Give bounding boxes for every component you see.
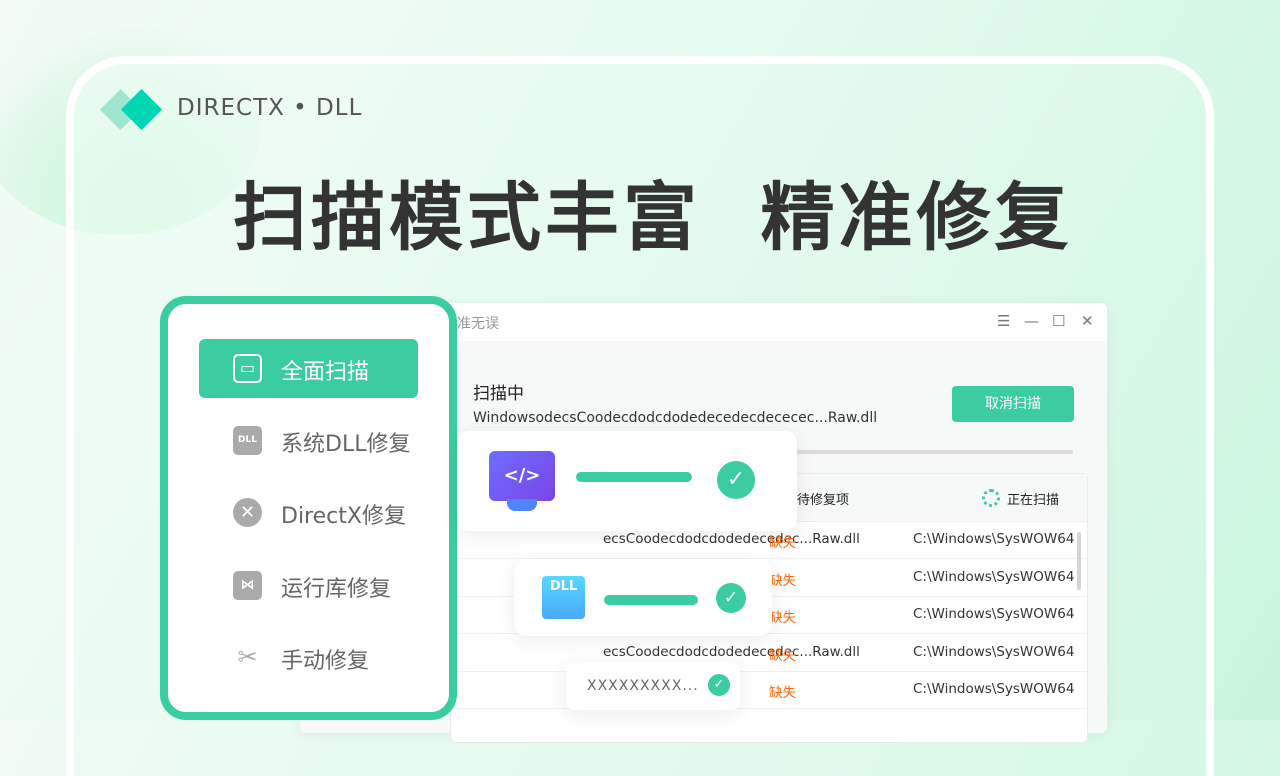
scan-status-label: 扫描中 [473,384,524,404]
sidebar-item-label: 手动修复 [281,649,370,674]
dll-file-icon: DLL [542,576,585,619]
file-path: C:\Windows\SysWOW64 [913,643,1075,660]
code-monitor-icon: </> [489,451,555,501]
tools-icon: ✂ [237,643,258,671]
sidebar-item-label: 全面扫描 [281,360,370,385]
check-icon: ✓ [708,674,730,696]
scan-icon: ▭ [233,354,262,383]
brand-text: DIRECTX • DLL [177,95,363,121]
visual-studio-icon: ⋈ [233,571,262,600]
scrollbar[interactable] [1077,532,1081,590]
status-badge: 缺失 [769,685,796,701]
table-row[interactable]: ecsCoodecdodcdo缺失C:\Windows\SysWOW64 [451,672,1087,709]
status-badge: 缺失 [769,572,796,589]
file-repair-card: XXXXXXXXX... ✓ [566,662,740,710]
progress-line [604,595,698,605]
sidebar-item-label: DirectX修复 [281,504,406,529]
header-scanning: 正在扫描 [1007,493,1060,508]
table-row[interactable]: ecsCoodecdodcdodedecedec...Raw.dll 缺失 C:\W… [451,635,1087,672]
file-path: C:\Windows\SysWOW64 [913,568,1075,585]
scan-current-file: WindowsodecsCoodecdodcdodedecedecdececec… [473,410,878,426]
file-name: ecsCoodecdodcdodedecedec...Raw.dll [603,643,860,660]
dll-file-icon: DLL [233,426,262,455]
sidebar-item-label: 运行库修复 [281,577,392,602]
status-badge: 缺失 [769,647,796,664]
menu-icon[interactable]: ☰ [997,312,1010,330]
check-icon: ✓ [716,583,746,613]
status-badge: 缺失 [769,535,796,551]
sidebar-item-label: 系统DLL修复 [281,432,411,457]
headline: 扫描模式丰富 精准修复 [233,175,1073,261]
code-repair-card: </> ✓ [457,431,797,531]
minimize-button[interactable]: — [1024,312,1039,330]
spinner-icon [982,489,1000,507]
logo [99,88,166,132]
cancel-scan-button[interactable]: 取消扫描 [952,386,1074,422]
sidebar-item-directx-repair[interactable]: ✕ DirectX修复 [199,483,418,542]
file-path: C:\Windows\SysWOW64 [913,681,1075,697]
sidebar: ▭ 全面扫描 DLL 系统DLL修复 ✕ DirectX修复 ⋈ 运行库修复 ✂… [160,296,457,720]
sidebar-item-runtime-repair[interactable]: ⋈ 运行库修复 [199,556,418,615]
sidebar-item-full-scan[interactable]: ▭ 全面扫描 [199,339,418,398]
sidebar-item-manual-repair[interactable]: ✂ 手动修复 [199,628,418,687]
progress-line [576,472,692,482]
file-path: C:\Windows\SysWOW64 [913,531,1075,547]
dll-label: DLL [549,579,578,594]
file-path: C:\Windows\SysWOW64 [913,606,1075,622]
close-button[interactable]: ✕ [1081,312,1094,330]
dll-repair-card: DLL ✓ [514,559,772,636]
header-pending: 待修复项 [797,493,850,508]
directx-icon: ✕ [233,498,262,527]
status-badge: 缺失 [769,610,796,626]
monitor-stand [507,499,537,511]
sidebar-item-dll-repair[interactable]: DLL 系统DLL修复 [199,411,418,470]
file-name: ecsCoodecdodcdodedecedec...Raw.dll [603,531,860,547]
check-icon: ✓ [717,461,755,499]
maximize-button[interactable]: ☐ [1052,312,1065,330]
file-name-text: XXXXXXXXX... [587,678,699,694]
